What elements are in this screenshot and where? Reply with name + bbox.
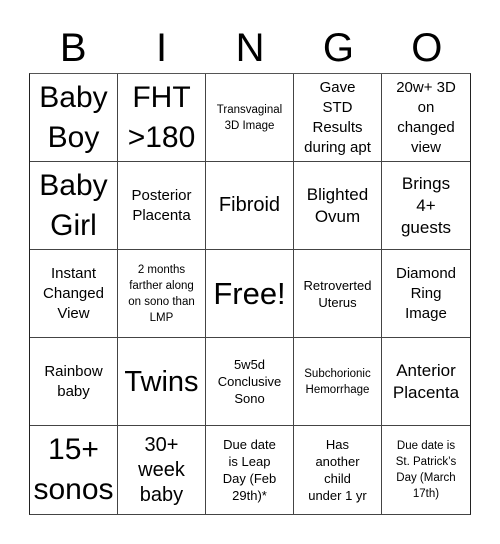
cell-label: 15+ sonos [33,433,114,506]
cell-label: Brings 4+ guests [400,173,452,237]
cell-label: Rainbow baby [44,362,103,400]
cell-label: 5w5d Conclusive Sono [217,357,282,406]
bingo-cell-n2[interactable]: Fibroid [206,162,294,250]
cell-label: Blighted Ovum [306,184,369,226]
cell-label: 20w+ 3D on changed view [396,78,456,156]
cell-label: Subchorionic Hemorrhage [304,367,371,396]
bingo-cell-i3[interactable]: 2 months farther along on sono than LMP [118,250,206,338]
bingo-header: B I N G O [29,24,471,72]
cell-label: Fibroid [218,194,281,216]
bingo-cell-i2[interactable]: Posterior Placenta [118,162,206,250]
cell-label: Anterior Placenta [392,360,460,402]
header-letter-g: G [322,26,354,70]
bingo-cell-o3[interactable]: Diamond Ring Image [382,250,470,338]
bingo-cell-g5[interactable]: Has another child under 1 yr [294,426,382,514]
bingo-cell-o4[interactable]: Anterior Placenta [382,338,470,426]
cell-label: FHT >180 [127,80,196,154]
bingo-cell-n4[interactable]: 5w5d Conclusive Sono [206,338,294,426]
bingo-cell-n1[interactable]: Transvaginal 3D Image [206,74,294,162]
cell-label: Twins [124,365,199,398]
bingo-cell-i5[interactable]: 30+ week baby [118,426,206,514]
cell-label: 30+ week baby [138,433,185,506]
header-letter-b: B [59,26,87,70]
free-space-label: Free! [213,275,286,311]
bingo-cell-b5[interactable]: 15+ sonos [30,426,118,514]
header-letter-o: O [411,26,443,70]
cell-label: Has another child under 1 yr [308,437,367,503]
bingo-cell-o2[interactable]: Brings 4+ guests [382,162,470,250]
cell-label: Retroverted Uterus [303,277,372,310]
cell-label: Gave STD Results during apt [304,78,371,156]
header-letter-n: N [235,26,265,70]
cell-label: Diamond Ring Image [395,264,457,322]
cell-label: 2 months farther along on sono than LMP [128,263,195,324]
bingo-board: Baby Boy FHT >180 Transvaginal 3D Image … [29,73,471,515]
cell-label: Transvaginal 3D Image [216,103,283,132]
cell-label: Baby Boy [39,80,108,154]
cell-label: Posterior Placenta [131,186,192,224]
bingo-cell-o1[interactable]: 20w+ 3D on changed view [382,74,470,162]
bingo-cell-i1[interactable]: FHT >180 [118,74,206,162]
bingo-cell-g4[interactable]: Subchorionic Hemorrhage [294,338,382,426]
cell-label: Baby Girl [39,168,108,242]
bingo-cell-b4[interactable]: Rainbow baby [30,338,118,426]
cell-label: Instant Changed View [43,264,104,322]
bingo-free-space[interactable]: Free! [206,250,294,338]
bingo-cell-g2[interactable]: Blighted Ovum [294,162,382,250]
cell-label: Due date is St. Patrick’s Day (March 17t… [395,440,457,500]
bingo-cell-n5[interactable]: Due date is Leap Day (Feb 29th)* [206,426,294,514]
bingo-cell-o5[interactable]: Due date is St. Patrick’s Day (March 17t… [382,426,470,514]
bingo-cell-b2[interactable]: Baby Girl [30,162,118,250]
header-letter-i: I [156,26,168,70]
bingo-cell-g1[interactable]: Gave STD Results during apt [294,74,382,162]
bingo-cell-b3[interactable]: Instant Changed View [30,250,118,338]
bingo-cell-b1[interactable]: Baby Boy [30,74,118,162]
cell-label: Due date is Leap Day (Feb 29th)* [222,437,277,503]
bingo-cell-g3[interactable]: Retroverted Uterus [294,250,382,338]
bingo-cell-i4[interactable]: Twins [118,338,206,426]
